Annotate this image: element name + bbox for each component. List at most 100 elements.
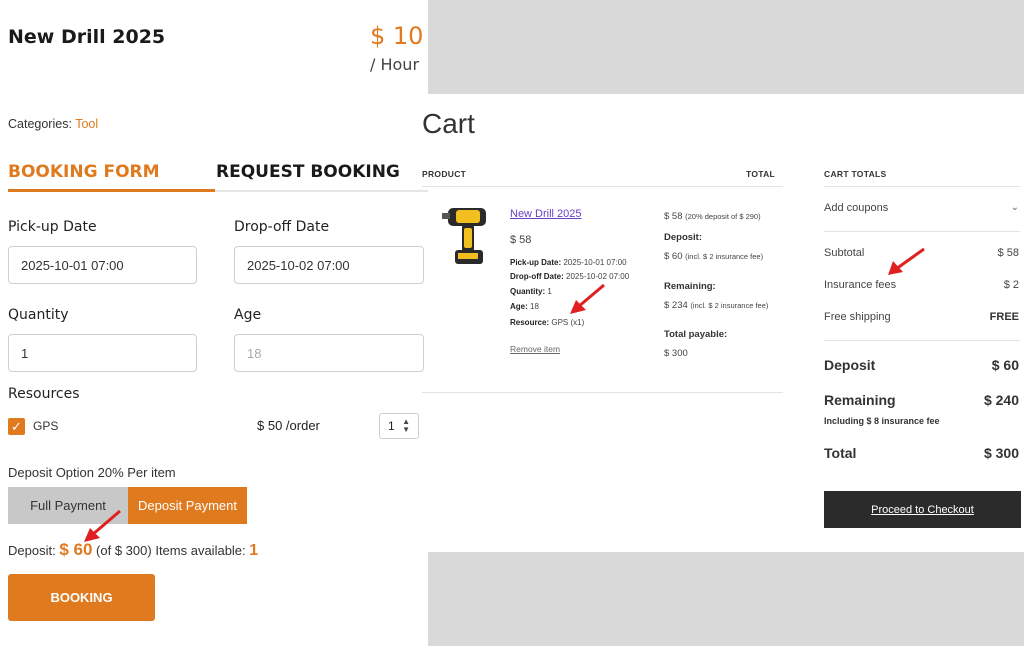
- annotation-arrow-icon: [570, 283, 605, 314]
- age-input[interactable]: 18: [234, 334, 424, 372]
- deposit-row: Deposit $ 60: [824, 357, 1019, 373]
- line-deposit-note: (incl. $ 2 insurance fee): [685, 252, 764, 261]
- divider: [422, 186, 783, 187]
- meta-resource-value: GPS (x1): [551, 318, 585, 327]
- active-tab-indicator: [8, 189, 215, 192]
- divider: [422, 392, 783, 393]
- line-remaining-value: $ 234: [664, 300, 688, 311]
- categories: Categories: Tool: [8, 117, 98, 131]
- pickup-date-label: Pick-up Date: [8, 219, 97, 235]
- totals-deposit-label: Deposit: [824, 357, 876, 373]
- cart-title: Cart: [422, 108, 475, 139]
- deposit-payment-button[interactable]: Deposit Payment: [128, 487, 247, 524]
- dropoff-date-label: Drop-off Date: [234, 219, 330, 235]
- col-total-header: TOTAL: [746, 169, 776, 179]
- product-booking-panel: New Drill 2025 $ 10 / Hour Categories: T…: [0, 0, 428, 646]
- resources-label: Resources: [8, 386, 80, 402]
- meta-age-value: 18: [530, 302, 539, 311]
- items-available-label: Items available:: [155, 543, 246, 558]
- meta-pickup-value: 2025-10-01 07:00: [563, 258, 627, 267]
- tab-booking-form[interactable]: BOOKING FORM: [8, 162, 160, 182]
- totals-total-label: Total: [824, 445, 857, 461]
- shipping-label: Free shipping: [824, 311, 891, 323]
- full-payment-button[interactable]: Full Payment: [8, 487, 128, 524]
- line-remaining: $ 234 (incl. $ 2 insurance fee): [664, 300, 768, 311]
- resource-quantity-value: 1: [388, 419, 395, 433]
- divider: [824, 231, 1020, 232]
- divider: [824, 186, 1020, 187]
- background-gray-bottom: [428, 552, 1024, 646]
- add-coupons-label: Add coupons: [824, 202, 889, 214]
- pickup-date-input[interactable]: 2025-10-01 07:00: [8, 246, 197, 284]
- stepper-arrows-icon[interactable]: ▲ ▼: [402, 418, 410, 434]
- deposit-summary: Deposit: $ 60 (of $ 300) Items available…: [8, 540, 258, 560]
- totals-remaining-value: $ 240: [983, 392, 1019, 408]
- meta-quantity: Quantity: 1: [510, 287, 552, 296]
- deposit-label: Deposit:: [8, 543, 56, 558]
- line-remaining-note: (incl. $ 2 insurance fee): [690, 301, 769, 310]
- resource-quantity-stepper[interactable]: 1 ▲ ▼: [379, 413, 419, 439]
- line-deposit-value: $ 60: [664, 251, 683, 262]
- line-total: $ 58 (20% deposit of $ 290): [664, 211, 761, 222]
- meta-quantity-value: 1: [547, 287, 552, 296]
- product-price: $ 10: [370, 22, 424, 50]
- meta-quantity-label: Quantity:: [510, 287, 546, 296]
- items-available-count: 1: [249, 542, 259, 559]
- col-product-header: PRODUCT: [422, 169, 467, 179]
- shipping-row: Free shipping FREE: [824, 311, 1019, 323]
- dropoff-date-input[interactable]: 2025-10-02 07:00: [234, 246, 424, 284]
- meta-age-label: Age:: [510, 302, 528, 311]
- meta-dropoff-value: 2025-10-02 07:00: [566, 272, 630, 281]
- age-label: Age: [234, 307, 262, 323]
- meta-age: Age: 18: [510, 302, 539, 311]
- totals-total-value: $ 300: [983, 445, 1019, 461]
- totals-deposit-value: $ 60: [991, 357, 1019, 373]
- drill-product-image: [442, 208, 486, 264]
- insurance-value: $ 2: [1003, 279, 1019, 291]
- meta-dropoff: Drop-off Date: 2025-10-02 07:00: [510, 272, 629, 281]
- add-coupons-toggle[interactable]: Add coupons ⌄: [824, 202, 1019, 214]
- quantity-label: Quantity: [8, 307, 69, 323]
- gps-checkbox[interactable]: ✓: [8, 418, 25, 435]
- totals-remaining-label: Remaining: [824, 392, 896, 408]
- deposit-option-label: Deposit Option 20% Per item: [8, 465, 176, 480]
- meta-pickup-label: Pick-up Date:: [510, 258, 562, 267]
- divider: [824, 340, 1020, 341]
- meta-resource: Resource: GPS (x1): [510, 318, 584, 327]
- insurance-row: Insurance fees $ 2: [824, 279, 1019, 291]
- line-total-price: $ 58: [664, 211, 683, 222]
- subtotal-row: Subtotal $ 58: [824, 247, 1019, 259]
- product-title: New Drill 2025: [8, 26, 166, 48]
- meta-pickup: Pick-up Date: 2025-10-01 07:00: [510, 258, 627, 267]
- price-unit: / Hour: [370, 55, 420, 74]
- cart-totals-title: CART TOTALS: [824, 169, 887, 179]
- resource-price: $ 50 /order: [257, 418, 320, 433]
- meta-resource-label: Resource:: [510, 318, 550, 327]
- shipping-value: FREE: [989, 311, 1019, 323]
- subtotal-label: Subtotal: [824, 247, 865, 259]
- line-remaining-label: Remaining:: [664, 281, 716, 292]
- line-deposit-label: Deposit:: [664, 232, 702, 243]
- booking-button[interactable]: BOOKING: [8, 574, 155, 621]
- chevron-down-icon: ⌄: [1010, 202, 1019, 213]
- remaining-row: Remaining $ 240: [824, 392, 1019, 408]
- line-total-note: (20% deposit of $ 290): [685, 212, 761, 221]
- total-row: Total $ 300: [824, 445, 1019, 461]
- remaining-note: Including $ 8 insurance fee: [824, 416, 940, 426]
- deposit-amount: $ 60: [59, 540, 93, 559]
- quantity-input[interactable]: 1: [8, 334, 197, 372]
- line-deposit: $ 60 (incl. $ 2 insurance fee): [664, 251, 763, 262]
- deposit-of: (of $ 300): [96, 543, 152, 558]
- category-link[interactable]: Tool: [75, 117, 98, 131]
- background-gray-top: [428, 0, 1024, 94]
- tab-request-booking[interactable]: REQUEST BOOKING: [216, 162, 400, 182]
- remove-item-link[interactable]: Remove item: [510, 344, 560, 354]
- line-payable-label: Total payable:: [664, 329, 728, 340]
- meta-dropoff-label: Drop-off Date:: [510, 272, 564, 281]
- subtotal-value: $ 58: [997, 247, 1019, 259]
- line-payable-value: $ 300: [664, 348, 688, 359]
- cart-item-name-link[interactable]: New Drill 2025: [510, 208, 582, 220]
- cart-item-price: $ 58: [510, 234, 532, 246]
- proceed-to-checkout-button[interactable]: Proceed to Checkout: [824, 491, 1021, 528]
- resource-name: GPS: [33, 419, 59, 433]
